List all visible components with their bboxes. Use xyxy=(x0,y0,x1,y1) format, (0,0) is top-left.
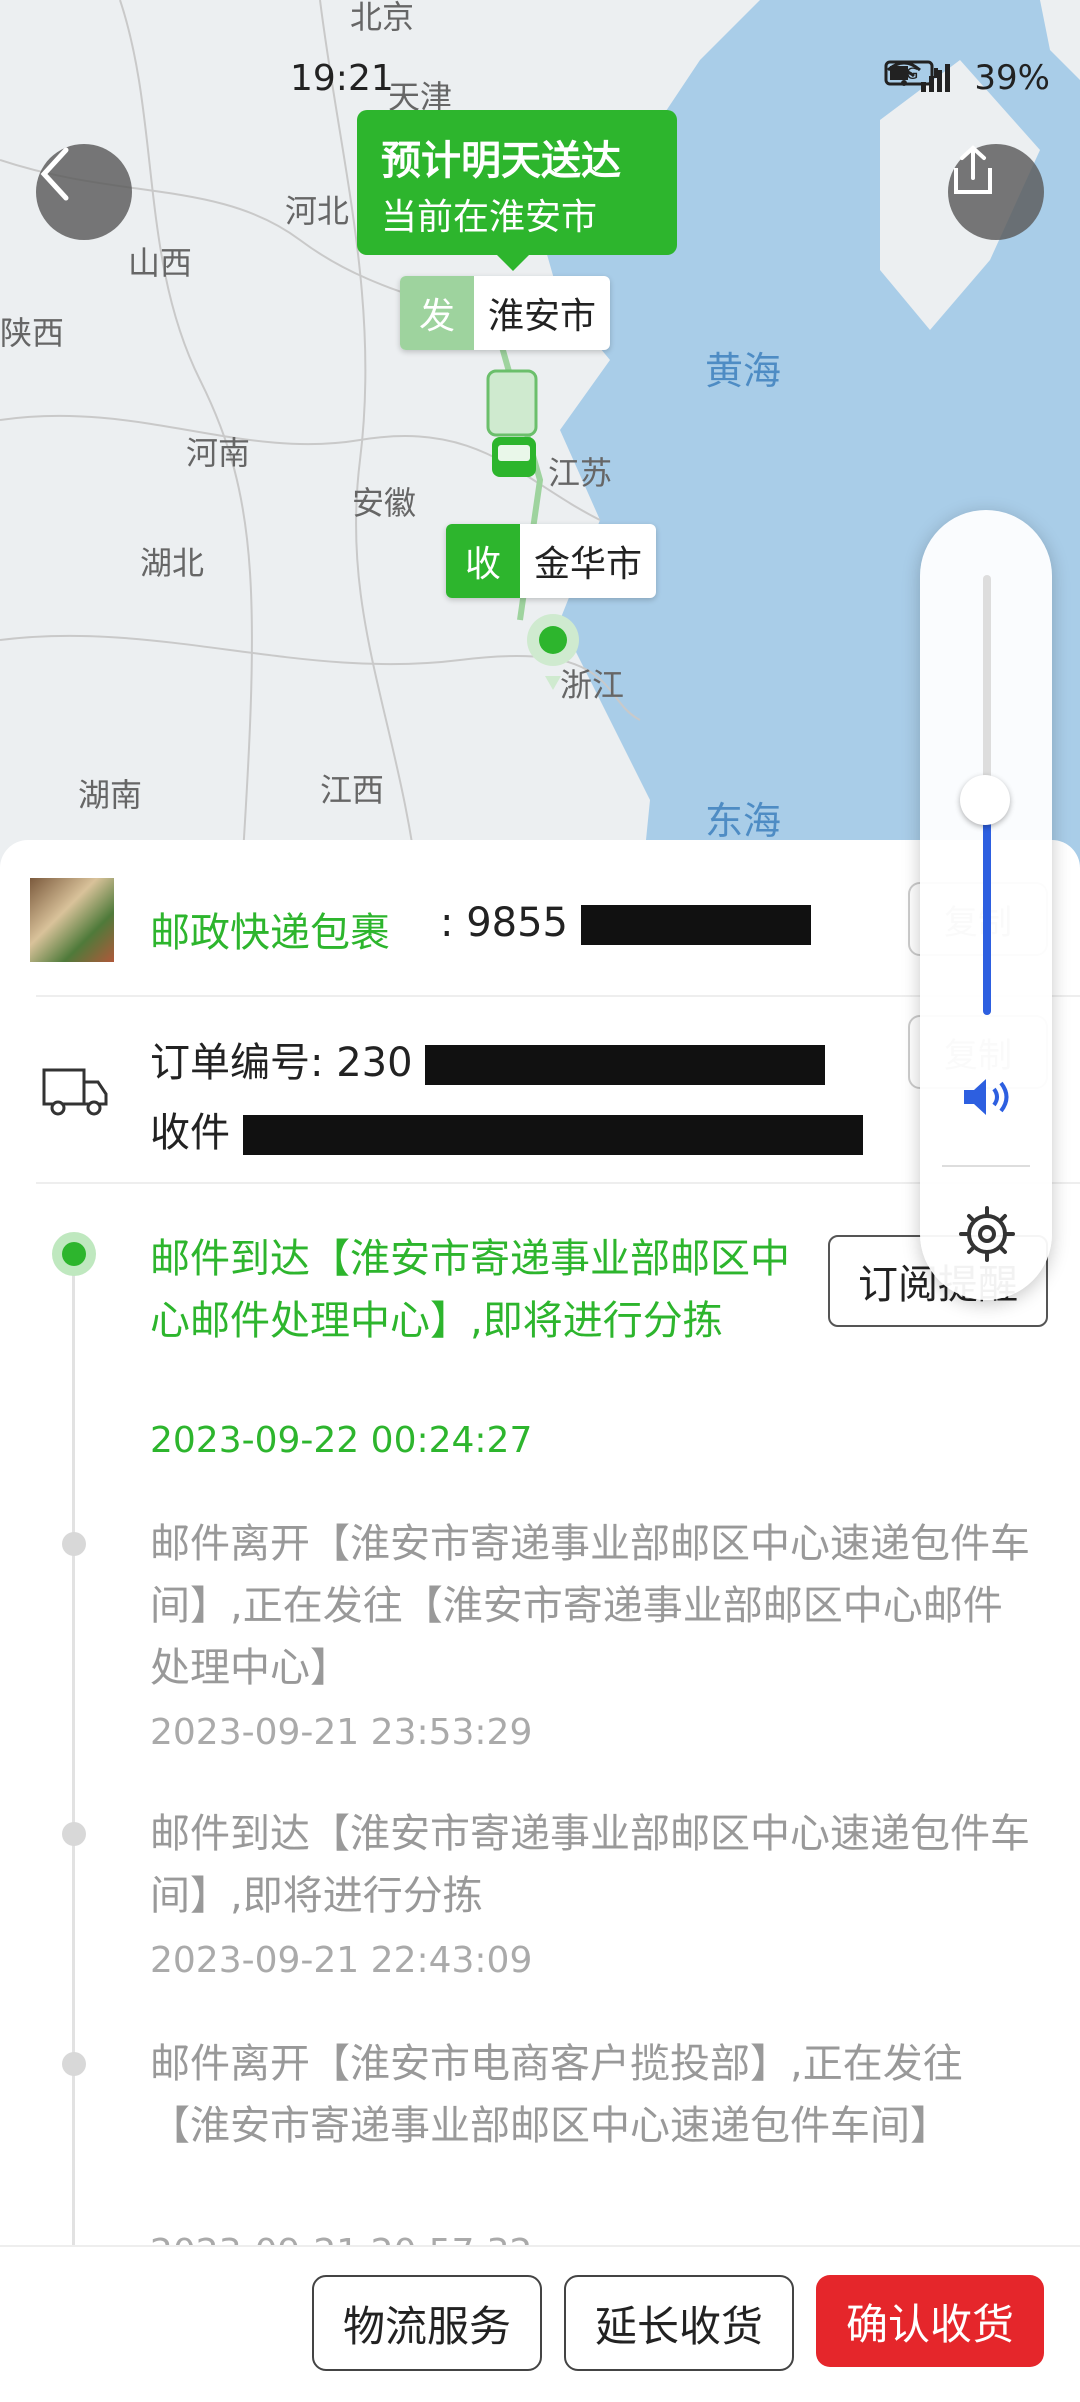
destination-city: 金华市 xyxy=(534,544,643,585)
package-tracking-number: : 9855 xyxy=(440,900,811,946)
volume-panel xyxy=(920,510,1052,1300)
origin-tag: 发 淮安市 xyxy=(400,276,611,350)
map-label-east-sea: 东海 xyxy=(705,799,782,843)
timeline-event-time: 2023-09-22 00:24:27 xyxy=(150,1420,533,1461)
logistics-service-button[interactable]: 物流服务 xyxy=(312,2275,542,2371)
timeline-dot xyxy=(62,2052,86,2076)
extend-receipt-button[interactable]: 延长收货 xyxy=(564,2275,794,2371)
order-number-label: 订单编号: 230 xyxy=(150,1040,413,1086)
map-label-hunan: 湖南 xyxy=(78,776,143,814)
battery-level: 39% xyxy=(974,58,1050,98)
bubble-tail xyxy=(497,255,529,271)
timeline-event: 邮件离开【淮安市寄递事业部邮区中心速递包件车间】,正在发往【淮安市寄递事业部邮区… xyxy=(150,1521,1030,1691)
volume-slider-handle[interactable] xyxy=(960,775,1010,825)
tracking-number-text: : 9855 xyxy=(440,900,568,946)
timeline-line xyxy=(72,1250,75,2250)
package-row: 邮政快递包裹 : 9855 复制 xyxy=(0,860,1080,995)
map-label-hebei: 河北 xyxy=(285,192,350,230)
current-location-text: 当前在淮安市 xyxy=(381,197,598,238)
map-label-henan: 河南 xyxy=(186,434,251,472)
delivery-estimate-bubble: 预计明天送达 当前在淮安市 xyxy=(357,110,677,271)
package-carrier-name: 邮政快递包裹 xyxy=(150,910,390,956)
timeline-dot xyxy=(62,1822,86,1846)
timeline-event-time: 2023-09-21 23:53:29 xyxy=(150,1712,533,1753)
redacted-block xyxy=(580,905,811,945)
route-map[interactable]: 北京 天津 河北 山西 陕西 河南 安徽 江苏 湖北 浙江 湖南 江西 黄海 东… xyxy=(0,0,1080,900)
timeline-event: 邮件离开【淮安市电商客户揽投部】,正在发往【淮安市寄递事业部邮区中心速递包件车间… xyxy=(150,2041,963,2149)
origin-city: 淮安市 xyxy=(488,296,597,337)
status-icons: 4G 39% xyxy=(884,58,1050,98)
destination-key: 收 xyxy=(446,524,520,598)
product-thumbnail[interactable] xyxy=(30,878,114,962)
map-label-yellow-sea: 黄海 xyxy=(705,349,782,393)
truck-icon xyxy=(40,1060,110,1124)
destination-tag: 收 金华市 xyxy=(446,524,657,598)
order-row: 订单编号: 230 收件 复制 xyxy=(0,1000,1080,1180)
back-button[interactable] xyxy=(36,144,132,240)
redacted-block xyxy=(425,1045,826,1085)
volume-slider-fill xyxy=(983,800,991,1015)
map-label-shanxi: 山西 xyxy=(128,244,193,282)
confirm-receipt-button[interactable]: 确认收货 xyxy=(816,2275,1044,2367)
delivery-estimate-title: 预计明天送达 xyxy=(381,138,621,184)
map-label-beijing: 北京 xyxy=(350,0,415,36)
bottom-action-bar: 物流服务 延长收货 确认收货 xyxy=(0,2245,1080,2402)
order-number-line: 订单编号: 230 xyxy=(150,1030,826,1088)
origin-key: 发 xyxy=(400,276,474,350)
receiver-label: 收件 xyxy=(150,1110,230,1156)
timeline-dot xyxy=(62,1532,86,1556)
speaker-icon[interactable] xyxy=(960,1075,1016,1123)
timeline-event: 邮件到达【淮安市寄递事业部邮区中心速递包件车间】,即将进行分拣 xyxy=(150,1811,1030,1919)
map-label-jiangsu: 江苏 xyxy=(548,454,613,492)
timeline-dot-active xyxy=(52,1232,96,1276)
redacted-block xyxy=(242,1115,863,1155)
gear-icon[interactable] xyxy=(958,1205,1016,1267)
receiver-line: 收件 xyxy=(150,1100,863,1158)
status-time: 19:21 xyxy=(290,58,394,99)
map-label-jiangxi: 江西 xyxy=(320,771,385,809)
tracking-timeline: 订阅提醒 邮件到达【淮安市寄递事业部邮区中心邮件处理中心】,即将进行分拣 202… xyxy=(0,1210,1080,2273)
status-bar: 19:21 4G 39% xyxy=(0,50,1080,110)
volume-divider xyxy=(942,1165,1030,1167)
map-label-shaanxi: 陕西 xyxy=(0,314,65,352)
share-button[interactable] xyxy=(948,144,1044,240)
map-label-anhui: 安徽 xyxy=(352,484,417,522)
timeline-event: 邮件到达【淮安市寄递事业部邮区中心邮件处理中心】,即将进行分拣 xyxy=(150,1236,790,1344)
map-label-hubei: 湖北 xyxy=(140,544,205,582)
timeline-event-time: 2023-09-21 22:43:09 xyxy=(150,1940,533,1981)
